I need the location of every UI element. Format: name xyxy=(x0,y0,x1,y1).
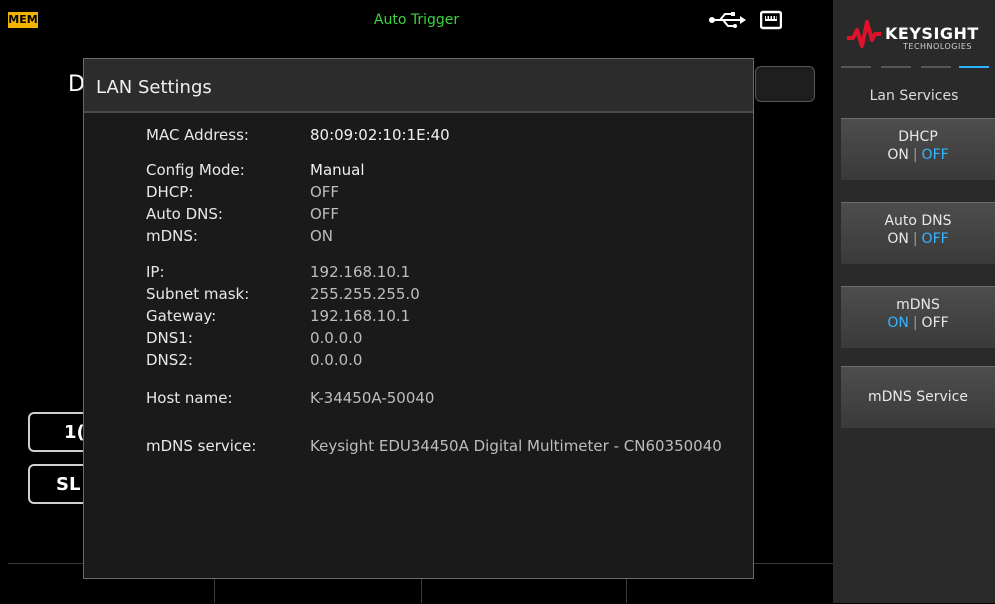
dns1-value: 0.0.0.0 xyxy=(310,329,363,347)
dhcp-off-option: OFF xyxy=(921,147,949,163)
config-mode-label: Config Mode: xyxy=(146,161,245,179)
background-range-label: 1( xyxy=(64,422,85,443)
config-mode-value: Manual xyxy=(310,161,365,179)
keysight-wave-icon xyxy=(847,20,881,48)
auto-dns-value: OFF xyxy=(310,205,340,223)
mac-address-label: MAC Address: xyxy=(146,126,249,144)
status-bar: MEM Auto Trigger xyxy=(0,0,833,36)
dialog-titlebar: LAN Settings xyxy=(84,59,753,113)
auto-dns-row: Auto DNS: OFF xyxy=(84,205,753,227)
lan-icon xyxy=(760,10,782,30)
dhcp-value: OFF xyxy=(310,183,340,201)
mdns-service-value: Keysight EDU34450A Digital Multimeter - … xyxy=(310,437,722,455)
page-indicator-segment xyxy=(881,66,911,68)
usb-icon xyxy=(709,12,746,28)
brand-subtitle: TECHNOLOGIES xyxy=(903,42,972,51)
subnet-mask-value: 255.255.255.0 xyxy=(310,285,420,303)
host-name-value: K-34450A-50040 xyxy=(310,389,435,407)
gateway-row: Gateway: 192.168.10.1 xyxy=(84,307,753,329)
dns2-value: 0.0.0.0 xyxy=(310,351,363,369)
mdns-toggle: ON | OFF xyxy=(841,315,995,331)
config-mode-row: Config Mode: Manual xyxy=(84,161,753,183)
dns1-label: DNS1: xyxy=(146,329,193,347)
host-name-row: Host name: K-34450A-50040 xyxy=(84,389,753,411)
ip-label: IP: xyxy=(146,263,165,281)
page-indicator xyxy=(841,66,989,70)
mdns-row: mDNS: ON xyxy=(84,227,753,249)
mdns-value: ON xyxy=(310,227,334,245)
host-name-label: Host name: xyxy=(146,389,233,407)
softkey-panel: KEYSIGHT TECHNOLOGIES Lan Services DHCP … xyxy=(833,0,995,603)
auto-dns-label: Auto DNS: xyxy=(146,205,223,223)
gateway-label: Gateway: xyxy=(146,307,217,325)
background-field xyxy=(755,66,815,102)
dns2-row: DNS2: 0.0.0.0 xyxy=(84,351,753,373)
dhcp-softkey-label: DHCP xyxy=(898,129,938,145)
mdns-softkey[interactable]: mDNS ON | OFF xyxy=(841,286,995,348)
mdns-on-option: ON xyxy=(887,315,909,331)
main-display: MEM Auto Trigger D 1( SL LAN Settings MA… xyxy=(0,0,833,603)
gateway-value: 192.168.10.1 xyxy=(310,307,411,325)
dns1-row: DNS1: 0.0.0.0 xyxy=(84,329,753,351)
dialog-title: LAN Settings xyxy=(96,77,212,98)
brand-name: KEYSIGHT xyxy=(885,24,979,43)
auto-dns-toggle: ON | OFF xyxy=(841,231,995,247)
auto-dns-on-option: ON xyxy=(887,231,909,247)
auto-dns-softkey[interactable]: Auto DNS ON | OFF xyxy=(841,202,995,264)
mdns-service-row: mDNS service: Keysight EDU34450A Digital… xyxy=(84,437,753,459)
subnet-mask-row: Subnet mask: 255.255.255.0 xyxy=(84,285,753,307)
page-indicator-active-segment xyxy=(959,66,989,68)
mdns-service-softkey-label: mDNS Service xyxy=(868,389,968,405)
page-indicator-segment xyxy=(841,66,871,68)
dhcp-softkey[interactable]: DHCP ON | OFF xyxy=(841,118,995,180)
ip-value: 192.168.10.1 xyxy=(310,263,411,281)
ip-row: IP: 192.168.10.1 xyxy=(84,263,753,285)
mdns-label: mDNS: xyxy=(146,227,198,245)
mdns-service-softkey[interactable]: mDNS Service xyxy=(841,366,995,428)
mdns-service-label: mDNS service: xyxy=(146,437,257,455)
dhcp-label: DHCP: xyxy=(146,183,194,201)
dhcp-toggle: ON | OFF xyxy=(841,147,995,163)
background-slow-label: SL xyxy=(56,474,81,495)
keysight-logo: KEYSIGHT TECHNOLOGIES xyxy=(847,18,995,58)
mdns-softkey-label: mDNS xyxy=(896,297,940,313)
mdns-off-option: OFF xyxy=(921,315,949,331)
dns2-label: DNS2: xyxy=(146,351,193,369)
mac-address-value: 80:09:02:10:1E:40 xyxy=(310,126,450,144)
page-indicator-segment xyxy=(921,66,951,68)
dhcp-on-option: ON xyxy=(887,147,909,163)
lan-settings-dialog: LAN Settings MAC Address: 80:09:02:10:1E… xyxy=(83,58,754,579)
mac-address-row: MAC Address: 80:09:02:10:1E:40 xyxy=(84,126,753,148)
menu-title: Lan Services xyxy=(869,88,959,104)
auto-dns-off-option: OFF xyxy=(921,231,949,247)
dhcp-row: DHCP: OFF xyxy=(84,183,753,205)
auto-dns-softkey-label: Auto DNS xyxy=(884,213,952,229)
subnet-mask-label: Subnet mask: xyxy=(146,285,250,303)
